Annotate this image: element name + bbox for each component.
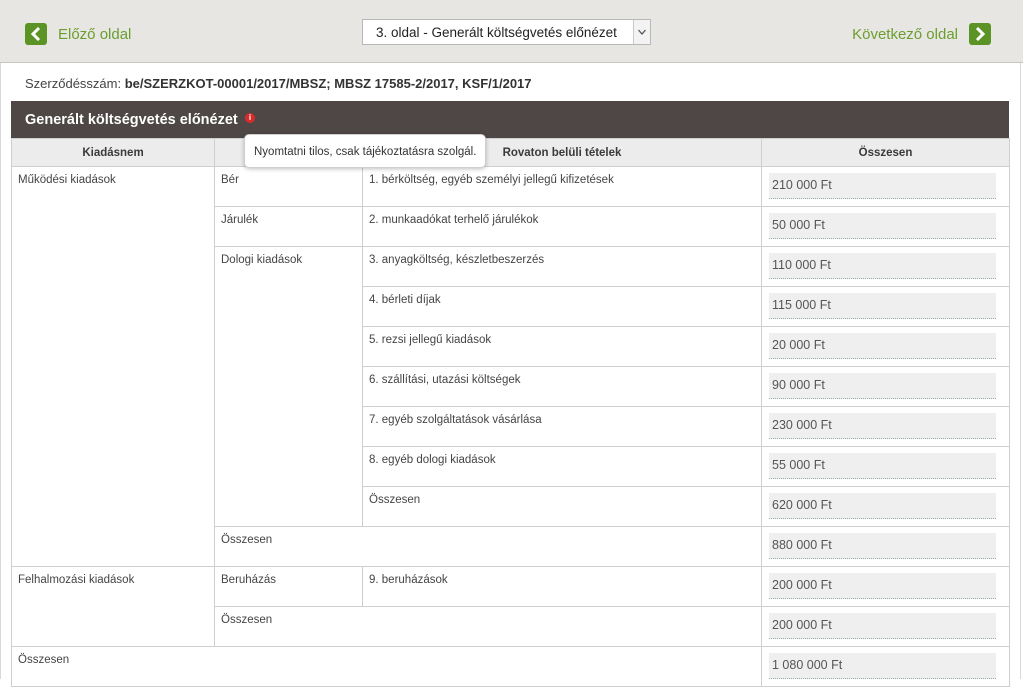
contract-number-label: Szerződésszám: bbox=[25, 76, 122, 91]
page-select-value: 3. oldal - Generált költségvetés előnéze… bbox=[376, 25, 617, 40]
table-row: Felhalmozási kiadások Beruházás 9. beruh… bbox=[11, 566, 1010, 647]
grand-total-field: 1 080 000 Ft bbox=[769, 653, 996, 679]
subgroup-name-cell: Dologi kiadások bbox=[214, 246, 363, 527]
subgroup-name-cell: Bér bbox=[214, 166, 363, 207]
amount-cell: 200 000 Ft bbox=[761, 566, 1010, 607]
table-row: Összesen 1 080 000 Ft bbox=[11, 646, 1010, 687]
budget-table: Kiadásnem Rovaton belüli tételek Összese… bbox=[11, 138, 1010, 687]
table-row: Működési kiadások Bér 1. bérköltség, egy… bbox=[11, 166, 1010, 567]
item-label-cell: 9. beruházások bbox=[362, 566, 762, 607]
amount-field: 110 000 Ft bbox=[769, 253, 996, 279]
item-label-cell: 4. bérleti díjak bbox=[362, 286, 762, 327]
amount-cell: 200 000 Ft bbox=[761, 606, 1010, 647]
navigation-bar: Előző oldal 3. oldal - Generált költségv… bbox=[0, 0, 1023, 63]
amount-field: 200 000 Ft bbox=[769, 613, 996, 639]
next-page-label: Következő oldal bbox=[852, 25, 958, 43]
next-page-button[interactable]: Következő oldal bbox=[852, 22, 991, 46]
chevron-down-icon[interactable] bbox=[633, 20, 650, 44]
panel-header: Generált költségvetés előnézet i bbox=[11, 101, 1009, 138]
group-name-cell: Felhalmozási kiadások bbox=[11, 566, 215, 647]
column-header-total: Összesen bbox=[761, 138, 1010, 167]
panel-title: Generált költségvetés előnézet bbox=[25, 112, 238, 128]
item-label-cell: 2. munkaadókat terhelő járulékok bbox=[362, 206, 762, 247]
amount-field: 210 000 Ft bbox=[769, 173, 996, 199]
amount-cell: 55 000 Ft bbox=[761, 446, 1010, 487]
item-label-cell: 6. szállítási, utazási költségek bbox=[362, 366, 762, 407]
amount-cell: 230 000 Ft bbox=[761, 406, 1010, 447]
item-label-cell: 7. egyéb szolgáltatások vásárlása bbox=[362, 406, 762, 447]
amount-field: 115 000 Ft bbox=[769, 293, 996, 319]
item-label-cell: 3. anyagköltség, készletbeszerzés bbox=[362, 246, 762, 287]
amount-cell: 115 000 Ft bbox=[761, 286, 1010, 327]
subgroup-name-cell: Járulék bbox=[214, 206, 363, 247]
amount-field: 50 000 Ft bbox=[769, 213, 996, 239]
previous-page-button[interactable]: Előző oldal bbox=[25, 22, 131, 46]
group-name-cell: Működési kiadások bbox=[11, 166, 215, 567]
amount-field: 90 000 Ft bbox=[769, 373, 996, 399]
contract-number-value: be/SZERZKOT-00001/2017/MBSZ; MBSZ 17585-… bbox=[124, 76, 532, 91]
info-icon[interactable]: i bbox=[245, 113, 255, 123]
amount-cell: 20 000 Ft bbox=[761, 326, 1010, 367]
group-total-label-cell: Összesen bbox=[214, 606, 762, 647]
amount-field: 620 000 Ft bbox=[769, 493, 996, 519]
contract-number: Szerződésszám: be/SZERZKOT-00001/2017/MB… bbox=[25, 76, 532, 91]
print-warning-tooltip: Nyomtatni tilos, csak tájékoztatásra szo… bbox=[244, 134, 487, 168]
grand-total-label-cell: Összesen bbox=[11, 646, 762, 687]
page-select[interactable]: 3. oldal - Generált költségvetés előnéze… bbox=[362, 19, 651, 45]
amount-cell: 90 000 Ft bbox=[761, 366, 1010, 407]
item-label-cell: 8. egyéb dologi kiadások bbox=[362, 446, 762, 487]
subgroup-name-cell: Beruházás bbox=[214, 566, 363, 607]
amount-cell: 50 000 Ft bbox=[761, 206, 1010, 247]
previous-page-label: Előző oldal bbox=[58, 25, 132, 43]
amount-field: 880 000 Ft bbox=[769, 533, 996, 559]
amount-cell: 1 080 000 Ft bbox=[761, 646, 1010, 687]
table-header-row: Kiadásnem Rovaton belüli tételek Összese… bbox=[11, 138, 1010, 167]
chevron-right-icon bbox=[969, 23, 991, 45]
amount-cell: 110 000 Ft bbox=[761, 246, 1010, 287]
item-label-cell: 1. bérköltség, egyéb személyi jellegű ki… bbox=[362, 166, 762, 207]
chevron-left-icon bbox=[25, 23, 47, 45]
amount-cell: 880 000 Ft bbox=[761, 526, 1010, 567]
amount-field: 20 000 Ft bbox=[769, 333, 996, 359]
item-label-cell: Összesen bbox=[362, 486, 762, 527]
amount-field: 230 000 Ft bbox=[769, 413, 996, 439]
amount-field: 200 000 Ft bbox=[769, 573, 996, 599]
amount-cell: 620 000 Ft bbox=[761, 486, 1010, 527]
column-header-expense-type: Kiadásnem bbox=[11, 138, 215, 167]
amount-cell: 210 000 Ft bbox=[761, 166, 1010, 207]
group-total-label-cell: Összesen bbox=[214, 526, 762, 567]
amount-field: 55 000 Ft bbox=[769, 453, 996, 479]
item-label-cell: 5. rezsi jellegű kiadások bbox=[362, 326, 762, 367]
